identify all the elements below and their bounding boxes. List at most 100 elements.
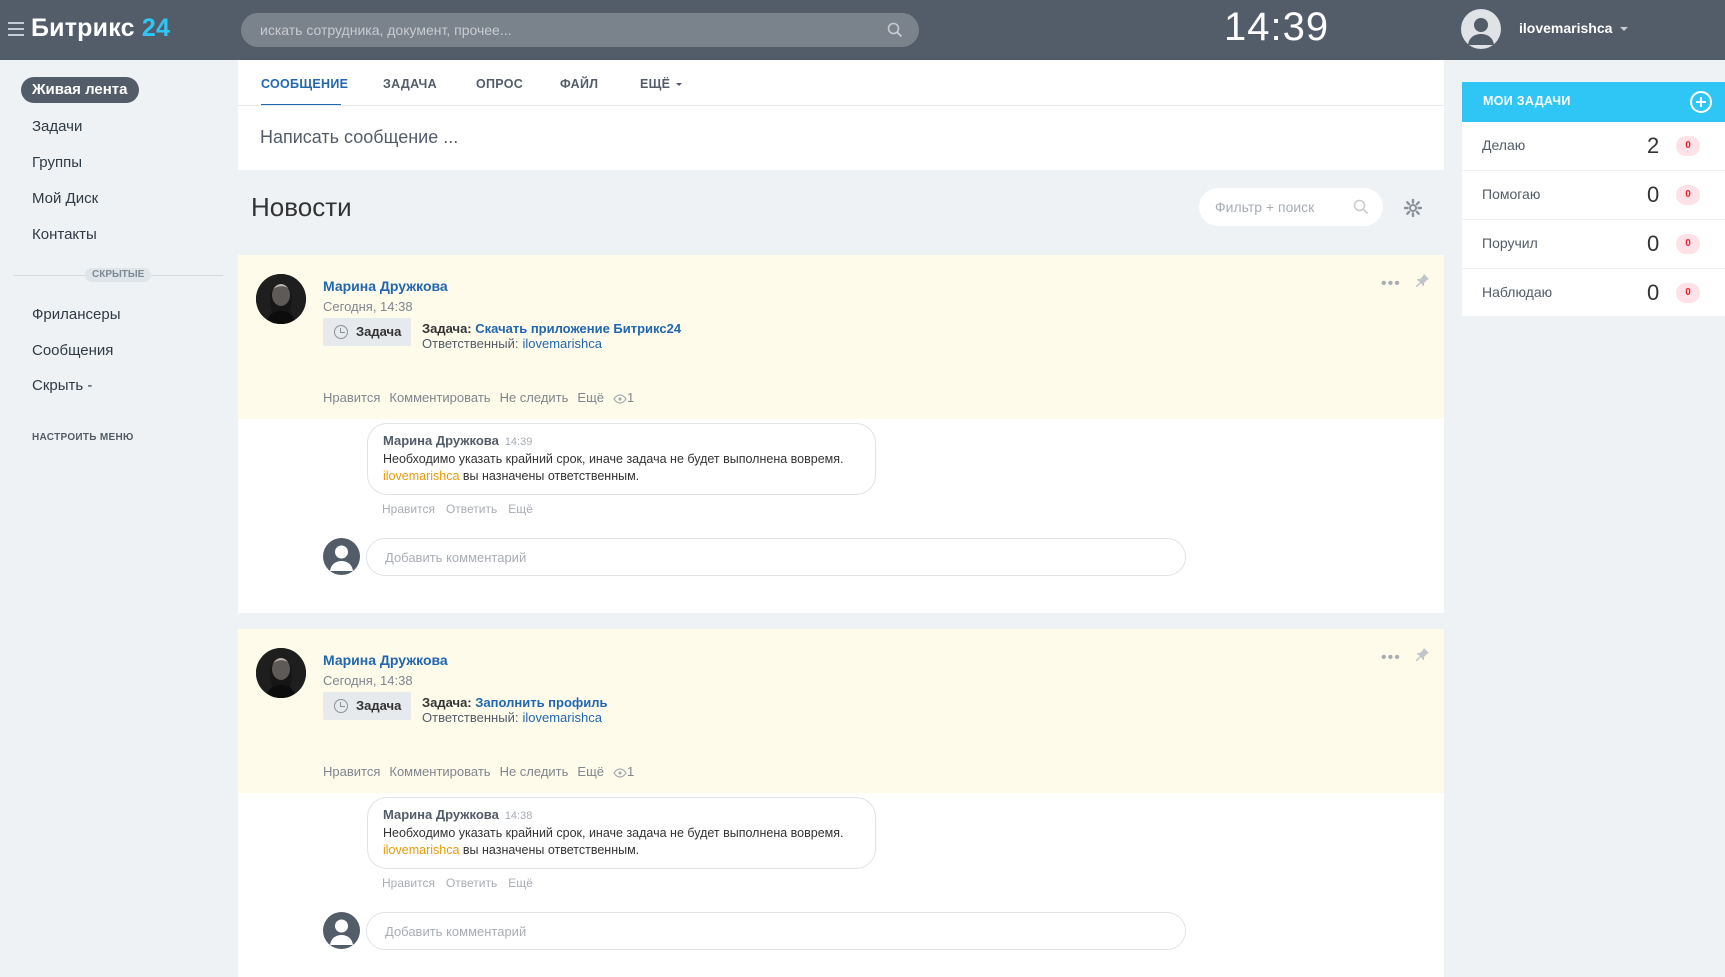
my-tasks-header[interactable]: МОИ ЗАДАЧИ bbox=[1462, 82, 1725, 122]
responsible-link[interactable]: ilovemarishca bbox=[522, 336, 601, 351]
comment-like-link[interactable]: Нравится bbox=[382, 876, 435, 890]
tab-more-label: ЕЩЁ bbox=[640, 77, 671, 91]
comment-author[interactable]: Марина Дружкова bbox=[383, 433, 499, 448]
post-time[interactable]: Сегодня, 14:38 bbox=[323, 299, 413, 314]
unfollow-link[interactable]: Не следить bbox=[500, 764, 569, 779]
tab-file[interactable]: ФАЙЛ bbox=[560, 77, 598, 91]
search-icon[interactable] bbox=[887, 22, 903, 38]
more-icon[interactable]: ••• bbox=[1381, 649, 1401, 667]
unfollow-link[interactable]: Не следить bbox=[500, 390, 569, 405]
comment-header: Марина Дружкова 14:39 bbox=[383, 433, 532, 448]
task-responsible: Ответственный: ilovemarishca bbox=[422, 336, 602, 351]
user-silhouette-icon bbox=[330, 545, 353, 571]
comment-author[interactable]: Марина Дружкова bbox=[383, 807, 499, 822]
more-icon[interactable]: ••• bbox=[1381, 275, 1401, 293]
post-author[interactable]: Марина Дружкова bbox=[323, 278, 448, 294]
menu-item-freelancers[interactable]: Фрилансеры bbox=[32, 306, 120, 323]
chevron-down-icon bbox=[676, 83, 683, 87]
post-time[interactable]: Сегодня, 14:38 bbox=[323, 673, 413, 688]
feed-post: Марина Дружкова Сегодня, 14:38 Задача За… bbox=[238, 629, 1444, 977]
page-title: Новости bbox=[251, 192, 352, 222]
author-photo bbox=[256, 274, 306, 324]
gear-icon[interactable] bbox=[1403, 198, 1423, 218]
search-icon[interactable] bbox=[1353, 199, 1369, 215]
logo[interactable]: Битрикс 24 bbox=[31, 14, 170, 43]
tab-poll[interactable]: ОПРОС bbox=[476, 77, 523, 91]
user-silhouette-icon bbox=[1468, 18, 1494, 45]
feed-filter bbox=[1199, 188, 1383, 226]
my-tasks-row-doing[interactable]: Делаю 2 0 bbox=[1462, 122, 1725, 171]
comment-link[interactable]: Комментировать bbox=[389, 390, 490, 405]
task-row-badge: 0 bbox=[1676, 136, 1700, 156]
tab-task[interactable]: ЗАДАЧА bbox=[383, 77, 437, 91]
comment: Марина Дружкова 14:38 Необходимо указать … bbox=[367, 797, 876, 869]
configure-menu-link[interactable]: НАСТРОИТЬ МЕНЮ bbox=[32, 432, 134, 443]
menu-item-hide[interactable]: Скрыть - bbox=[32, 377, 92, 394]
task-title-link[interactable]: Заполнить профиль bbox=[475, 695, 607, 710]
more-link[interactable]: Ещё bbox=[577, 764, 604, 779]
menu-item-my-drive[interactable]: Мой Диск bbox=[32, 190, 98, 207]
comment-reply-link[interactable]: Ответить bbox=[446, 876, 497, 890]
responsible-label: Ответственный: bbox=[422, 710, 519, 725]
my-tasks-row-watching[interactable]: Наблюдаю 0 0 bbox=[1462, 269, 1725, 318]
like-link[interactable]: Нравится bbox=[323, 390, 380, 405]
post-author[interactable]: Марина Дружкова bbox=[323, 652, 448, 668]
comment-mention[interactable]: ilovemarishca bbox=[383, 469, 459, 483]
menu-item-messages[interactable]: Сообщения bbox=[32, 342, 113, 359]
pin-icon[interactable] bbox=[1415, 646, 1431, 662]
task-badge-label: Задача bbox=[356, 698, 402, 713]
author-avatar[interactable] bbox=[256, 648, 306, 698]
my-tasks-row-assigned[interactable]: Поручил 0 0 bbox=[1462, 220, 1725, 269]
comment-more-link[interactable]: Ещё bbox=[508, 502, 533, 516]
hidden-label[interactable]: СКРЫТЫЕ bbox=[85, 268, 152, 282]
clock[interactable]: 14:39 bbox=[1224, 5, 1329, 50]
search-input[interactable] bbox=[241, 13, 861, 47]
task-title-link[interactable]: Скачать приложение Битрикс24 bbox=[475, 321, 681, 336]
user-name[interactable]: ilovemarishca bbox=[1519, 20, 1612, 36]
my-tasks-row-helping[interactable]: Помогаю 0 0 bbox=[1462, 171, 1725, 220]
pin-icon[interactable] bbox=[1415, 272, 1431, 288]
menu-item-tasks[interactable]: Задачи bbox=[32, 118, 82, 135]
post-actions: Нравится Комментировать Не следить Ещё 1 bbox=[323, 390, 652, 405]
menu-item-contacts[interactable]: Контакты bbox=[32, 226, 97, 243]
comment-text: Необходимо указать крайний срок, иначе з… bbox=[383, 825, 844, 859]
responsible-label: Ответственный: bbox=[422, 336, 519, 351]
task-label: Задача: bbox=[422, 695, 472, 710]
more-link[interactable]: Ещё bbox=[577, 390, 604, 405]
comment-reply-link[interactable]: Ответить bbox=[446, 502, 497, 516]
author-avatar[interactable] bbox=[256, 274, 306, 324]
like-link[interactable]: Нравится bbox=[323, 764, 380, 779]
current-user-avatar bbox=[323, 912, 360, 949]
comment-like-link[interactable]: Нравится bbox=[382, 502, 435, 516]
chevron-down-icon[interactable] bbox=[1620, 27, 1628, 31]
comment-link[interactable]: Комментировать bbox=[389, 764, 490, 779]
add-comment-input[interactable] bbox=[367, 913, 1185, 949]
task-badge: Задача bbox=[323, 692, 411, 720]
comment-actions: Нравится Ответить Ещё bbox=[382, 502, 544, 516]
user-silhouette-icon bbox=[330, 919, 353, 945]
add-task-icon[interactable] bbox=[1690, 91, 1712, 113]
comment-more-link[interactable]: Ещё bbox=[508, 876, 533, 890]
menu-item-live-feed[interactable]: Живая лента bbox=[21, 77, 139, 103]
views-counter[interactable]: 1 bbox=[613, 764, 643, 779]
tab-message[interactable]: СООБЩЕНИЕ bbox=[261, 77, 348, 91]
menu-item-groups[interactable]: Группы bbox=[32, 154, 82, 171]
message-input[interactable]: Написать сообщение ... bbox=[260, 127, 458, 148]
author-photo bbox=[256, 648, 306, 698]
menu-toggle-icon[interactable] bbox=[8, 22, 24, 36]
user-avatar[interactable] bbox=[1461, 9, 1501, 49]
comment-mention[interactable]: ilovemarishca bbox=[383, 843, 459, 857]
responsible-link[interactable]: ilovemarishca bbox=[522, 710, 601, 725]
global-search bbox=[241, 13, 919, 47]
filter-search-input[interactable] bbox=[1199, 188, 1349, 226]
comment-time[interactable]: 14:39 bbox=[505, 436, 533, 448]
tab-more[interactable]: ЕЩЁ bbox=[640, 77, 683, 91]
add-comment-input[interactable] bbox=[367, 539, 1185, 575]
post-body: Марина Дружкова Сегодня, 14:38 Задача За… bbox=[238, 255, 1444, 419]
comment-time[interactable]: 14:38 bbox=[505, 810, 533, 822]
task-info: Задача: Скачать приложение Битрикс24 bbox=[422, 321, 681, 336]
views-counter[interactable]: 1 bbox=[613, 390, 643, 405]
left-menu: Живая лента Задачи Группы Мой Диск Конта… bbox=[0, 60, 230, 977]
comment-text-line1: Необходимо указать крайний срок, иначе з… bbox=[383, 826, 844, 840]
task-row-badge: 0 bbox=[1676, 185, 1700, 205]
